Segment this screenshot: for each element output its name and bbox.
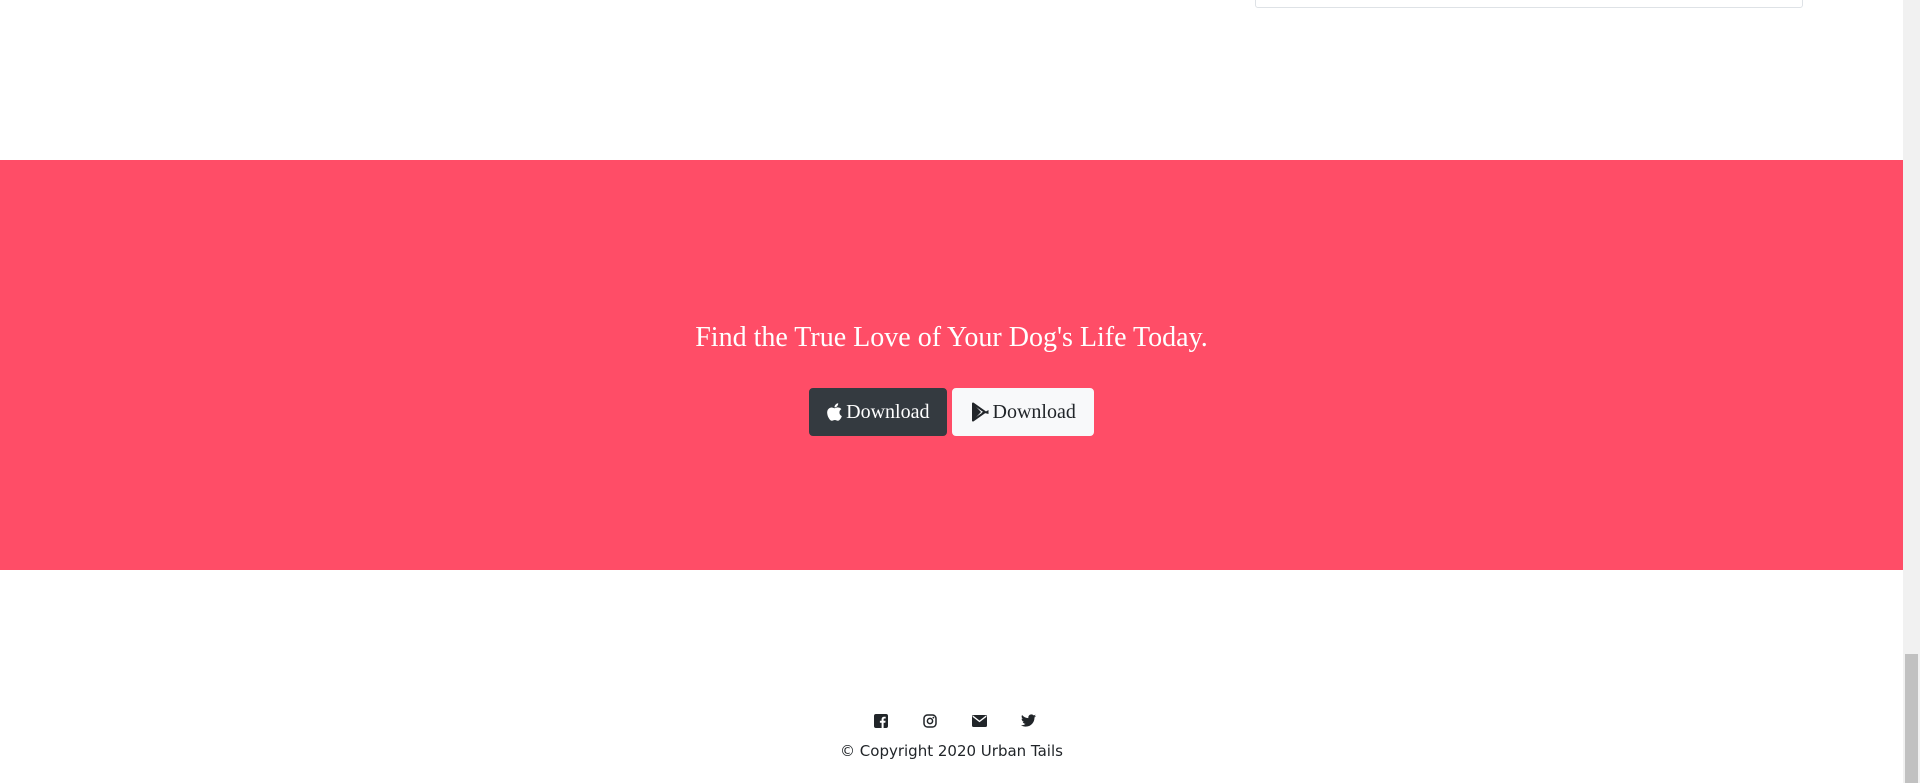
social-links [6,712,1903,729]
download-banner: Find the True Love of Your Dog's Life To… [0,160,1903,570]
instagram-icon[interactable] [922,712,939,729]
footer: © Copyright 2020 Urban Tails [0,712,1903,760]
envelope-icon[interactable] [971,712,988,729]
page: Find the True Love of Your Dog's Life To… [0,0,1920,783]
app-store-download-button[interactable]: Download [809,388,947,436]
apple-icon [826,402,843,422]
download-heading: Find the True Love of Your Dog's Life To… [695,322,1208,353]
scrollbar-thumb[interactable] [1905,654,1918,783]
google-play-download-button[interactable]: Download [951,388,1094,436]
twitter-icon[interactable] [1020,712,1037,729]
page-scrollbar[interactable] [1903,0,1920,783]
download-buttons: Download Download [0,388,1903,436]
google-play-icon [970,402,990,422]
google-play-button-label: Download [992,400,1076,423]
app-store-button-label: Download [846,400,930,423]
facebook-icon[interactable] [873,712,890,729]
copyright-text: © Copyright 2020 Urban Tails [840,742,1063,760]
card-bottom-edge [1255,0,1803,8]
